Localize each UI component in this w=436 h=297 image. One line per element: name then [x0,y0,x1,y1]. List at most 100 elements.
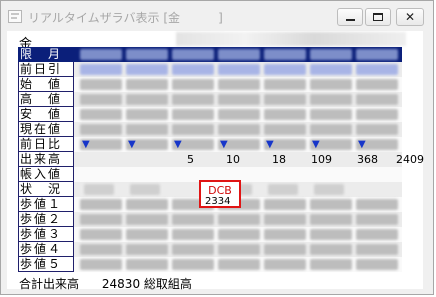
blurred-cell [218,259,260,270]
row-label: 状 況 [18,182,74,197]
table-row [74,242,402,257]
table-row [74,122,402,137]
blurred-cell [310,259,352,270]
blurred-cell [264,124,306,135]
table-row [74,77,402,92]
minimize-icon [346,19,355,21]
row-label: 歩値２ [18,212,74,227]
timestamp-blurred [176,32,406,46]
table-row [74,92,402,107]
blurred-cell [172,64,214,75]
blurred-cell [310,109,352,120]
maximize-icon [373,13,383,21]
maximize-button[interactable] [365,8,391,26]
blurred-cell [126,259,168,270]
blurred-cell [356,259,398,270]
blurred-cell [218,229,260,240]
blurred-cell [126,94,168,105]
blurred-cell [310,64,352,75]
table-row [74,47,402,62]
close-icon: ✕ [404,10,416,24]
status-sub-value: 2334 [205,196,231,207]
volume-cell: 368 [357,153,378,166]
blurred-cell [218,124,260,135]
blurred-cell [264,109,306,120]
down-arrow-icon: ▼ [174,139,182,150]
blurred-cell [126,49,168,60]
blurred-cell [172,49,214,60]
blurred-cell [356,244,398,255]
table-row [74,212,402,227]
blurred-cell [172,94,214,105]
status-highlight-box[interactable]: DCB 2334 [199,180,241,208]
down-arrow-icon: ▼ [312,139,320,150]
blurred-cell [126,109,168,120]
blurred-cell [80,244,122,255]
row-label: 現在値 [18,122,74,137]
window-title: リアルタイムザラバ表示 [金 ] [28,11,223,25]
blurred-cell [356,229,398,240]
blurred-cell [126,79,168,90]
blurred-cell [126,229,168,240]
blurred-cell [264,94,306,105]
blurred-cell [356,124,398,135]
blurred-cell [310,94,352,105]
row-label: 安 値 [18,107,74,122]
blurred-cell [264,244,306,255]
blurred-cell [218,64,260,75]
blurred-cell [218,49,260,60]
blurred-cell [80,49,122,60]
blurred-cell [264,64,306,75]
row-label: 高 値 [18,92,74,107]
blurred-cell [80,79,122,90]
blurred-cell [80,64,122,75]
blurred-cell [84,184,114,195]
blurred-cell [126,124,168,135]
volume-cell: 18 [272,153,286,166]
blurred-cell [314,184,344,195]
blurred-cell [310,49,352,60]
down-arrow-icon: ▼ [82,139,90,150]
blurred-cell [264,229,306,240]
blurred-cell [126,244,168,255]
blurred-cell [126,199,168,210]
blurred-cell [172,124,214,135]
row-label: 歩値４ [18,242,74,257]
table-row: 5 10 18 109 368 2409 [74,152,424,167]
blurred-cell [310,199,352,210]
app-icon [8,10,22,23]
table-row [74,257,402,272]
blurred-cell [80,214,122,225]
blurred-cell [218,244,260,255]
blurred-cell [172,214,214,225]
table-row [74,227,402,242]
volume-cell: 10 [226,153,240,166]
row-label: 前日引 [18,62,74,77]
blurred-cell [80,199,122,210]
blurred-cell [356,49,398,60]
blurred-cell [310,124,352,135]
blurred-cell [80,124,122,135]
blurred-cell [264,259,306,270]
row-label: 出来高 [18,152,74,167]
blurred-cell [172,109,214,120]
blurred-cell [310,229,352,240]
blurred-cell [126,64,168,75]
volume-cell: 109 [311,153,332,166]
volume-cell: 2409 [396,153,424,166]
blurred-cell [264,79,306,90]
down-arrow-icon: ▼ [220,139,228,150]
row-label: 限 月 [18,47,74,62]
minimize-button[interactable] [337,8,363,26]
footer-bar: 合計出来高 24830 総取組高 [19,275,192,292]
down-arrow-icon: ▼ [266,139,274,150]
down-arrow-icon: ▼ [358,139,366,150]
blurred-cell [310,214,352,225]
blurred-cell [172,259,214,270]
blurred-cell [80,94,122,105]
blurred-cell [172,79,214,90]
row-label: 歩値３ [18,227,74,242]
row-label: 始 値 [18,77,74,92]
close-button[interactable]: ✕ [396,8,424,26]
title-bar[interactable]: リアルタイムザラバ表示 [金 ] ✕ [1,1,433,31]
